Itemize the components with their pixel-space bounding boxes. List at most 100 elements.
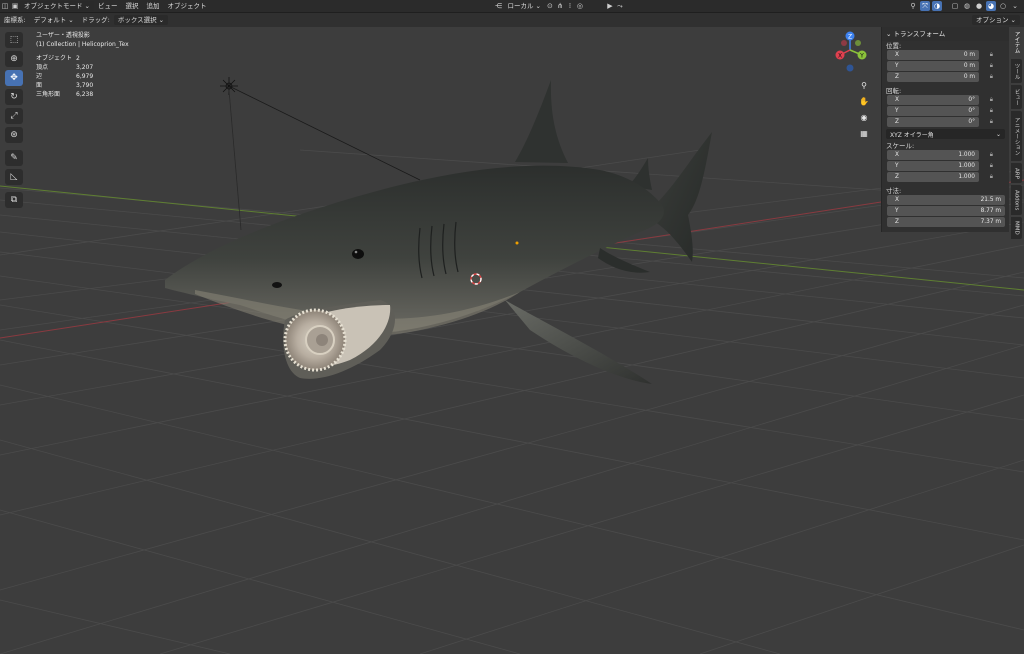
statistics-overlay: ユーザー・透視投影 (1) Collection | Helicoprion_T… [36,31,129,99]
proportional-edit-icon[interactable]: ◎ [575,1,585,11]
scale-tool-icon[interactable]: ⤢ [5,108,23,124]
chevron-down-icon: ⌄ [1010,16,1016,24]
chevron-down-icon: ⌄ [68,16,74,24]
chevron-down-icon: ⌄ [535,2,541,10]
menu-object[interactable]: オブジェクト [163,0,210,12]
lock-icon[interactable]: 🔒︎ [990,107,993,115]
viewport-header: ◫ ▣ オブジェクトモード ⌄ ビュー 選択 追加 オブジェクト ⋲ ローカル ⌄ … [0,0,1024,13]
shading-solid-icon[interactable]: ● [974,1,984,11]
rotation-x-field[interactable]: X 0° 🔒︎ [887,95,993,105]
overlay-toggle-icon[interactable]: ◑ [932,1,942,11]
shading-wire-icon[interactable]: ◍ [962,1,972,11]
options-dropdown[interactable]: オプション ⌄ [972,15,1020,25]
scale-z-field[interactable]: Z 1.000 🔒︎ [887,172,993,182]
rotation-label: 回転: [886,87,902,95]
drag-value: ボックス選択 [117,16,157,24]
lock-icon[interactable]: 🔒︎ [990,73,993,81]
stats-row: 三角形面 6,238 [36,91,94,98]
navigation-gizmo[interactable]: Z Y X [832,30,872,72]
lock-icon[interactable]: 🔒︎ [990,173,993,181]
location-x-field[interactable]: X0 m 🔒︎ [887,50,993,60]
mode-dropdown[interactable]: オブジェクトモード ⌄ [20,1,94,11]
pivot-point-icon[interactable]: ⊙ [545,1,555,11]
chevron-down-icon: ⌄ [84,2,90,10]
tab-tool[interactable]: ツール [1011,59,1022,83]
move-tool-icon[interactable]: ✥ [5,70,23,86]
snap-icon[interactable]: ⋔ [555,1,565,11]
editor-type-icon[interactable]: ◫ [0,1,10,11]
dimensions-label: 寸法: [886,187,902,195]
tab-mmd[interactable]: MMD [1011,217,1022,239]
annotate-tool-icon[interactable]: ✎ [5,150,23,166]
location-y-field[interactable]: Y0 m 🔒︎ [887,61,993,71]
orientation-dropdown[interactable]: ローカル ⌄ [504,1,545,11]
toolbar: ⬚ ⊕ ✥ ↻ ⤢ ⊛ ✎ ◺ ⧉ [5,32,25,211]
perspective-grid-icon[interactable]: ▦ [857,126,871,140]
mode-icon: ▣ [11,2,19,10]
tab-addons[interactable]: Addons [1011,185,1022,215]
lock-icon[interactable]: 🔒︎ [990,62,993,70]
orientation-label: ローカル [507,2,534,10]
transform-tool-icon[interactable]: ⊛ [5,127,23,143]
gizmo-toggle-icon[interactable]: ⤧ [920,1,930,11]
tab-animation[interactable]: アニメーション [1011,111,1022,161]
lock-icon[interactable]: 🔒︎ [990,151,993,159]
stats-row: 辺 6,979 [36,73,94,80]
add-cube-tool-icon[interactable]: ⧉ [5,192,23,208]
measure-tool-icon[interactable]: ◺ [5,169,23,185]
cursor-tool-icon[interactable]: ⊕ [5,51,23,67]
lock-icon[interactable]: 🔒︎ [990,51,993,59]
coord-system-dropdown[interactable]: デフォルト ⌄ [30,15,78,25]
tool-settings-bar: 座標系: デフォルト ⌄ ドラッグ: ボックス選択 ⌄ オプション ⌄ [0,13,1024,27]
transform-orientation-icon: ⋲ [495,2,502,10]
shading-material-icon[interactable]: ◕ [986,1,996,11]
shading-rendered-icon[interactable]: ○ [998,1,1008,11]
chevron-down-icon: ⌄ [158,16,165,24]
lock-icon[interactable]: 🔒︎ [990,162,993,170]
menu-add[interactable]: 追加 [142,0,163,12]
chevron-down-icon: ⌄ [995,130,1001,138]
coord-system-label: 座標系: [4,16,26,24]
stats-row: 面 3,790 [36,82,94,89]
rotate-tool-icon[interactable]: ↻ [5,89,23,105]
drag-dropdown[interactable]: ボックス選択 ⌄ [113,15,169,25]
mode-label: オブジェクトモード [24,2,83,10]
visibility-icon[interactable]: ⚲ [908,1,918,11]
gizmo-x-label: X [838,52,842,59]
play-icon[interactable]: ▶ [605,1,615,11]
rotation-mode-dropdown[interactable]: XYZ オイラー角 ⌄ [886,129,1005,139]
location-label: 位置: [886,42,902,50]
location-z-field[interactable]: Z0 m 🔒︎ [887,72,993,82]
gizmo-z-label: Z [848,33,852,40]
scale-y-field[interactable]: Y 1.000 🔒︎ [887,161,993,171]
rotation-y-field[interactable]: Y 0° 🔒︎ [887,106,993,116]
gizmo-y-label: Y [859,52,864,59]
snap-target-icon[interactable]: ⁞ [565,1,575,11]
keying-icon[interactable]: ⤳ [615,1,625,11]
tab-arp[interactable]: ARP [1011,163,1022,183]
options-label: オプション [976,16,1009,24]
zoom-icon[interactable]: ⚲ [857,78,871,92]
menu-view[interactable]: ビュー [94,0,122,12]
xray-icon[interactable]: ▢ [950,1,960,11]
rotation-z-field[interactable]: Z 0° 🔒︎ [887,117,993,127]
menu-select[interactable]: 選択 [121,0,142,12]
dimensions-y-field[interactable]: Y 8.77 m [887,206,1005,216]
shading-options-icon[interactable]: ⌄ [1010,1,1020,11]
lock-icon[interactable]: 🔒︎ [990,118,993,126]
dimensions-x-field[interactable]: X 21.5 m [887,195,1005,205]
pan-hand-icon[interactable]: ✋ [857,94,871,108]
transform-panel-header[interactable]: ⌄ トランスフォーム [882,27,1009,41]
collection-name: (1) Collection | Helicoprion_Tex [36,41,129,48]
tab-item[interactable]: アイテム [1011,27,1022,57]
coord-system-value: デフォルト [33,16,67,24]
scale-x-field[interactable]: X 1.000 🔒︎ [887,150,993,160]
camera-view-icon[interactable]: ◉ [857,110,871,124]
view-name: ユーザー・透視投影 [36,32,90,39]
tab-view[interactable]: ビュー [1011,85,1022,109]
navigation-buttons: ⚲ ✋ ◉ ▦ [857,78,873,142]
select-box-tool-icon[interactable]: ⬚ [5,32,23,48]
shark-model [165,80,712,384]
dimensions-z-field[interactable]: Z 7.37 m [887,217,1005,227]
lock-icon[interactable]: 🔒︎ [990,96,993,104]
